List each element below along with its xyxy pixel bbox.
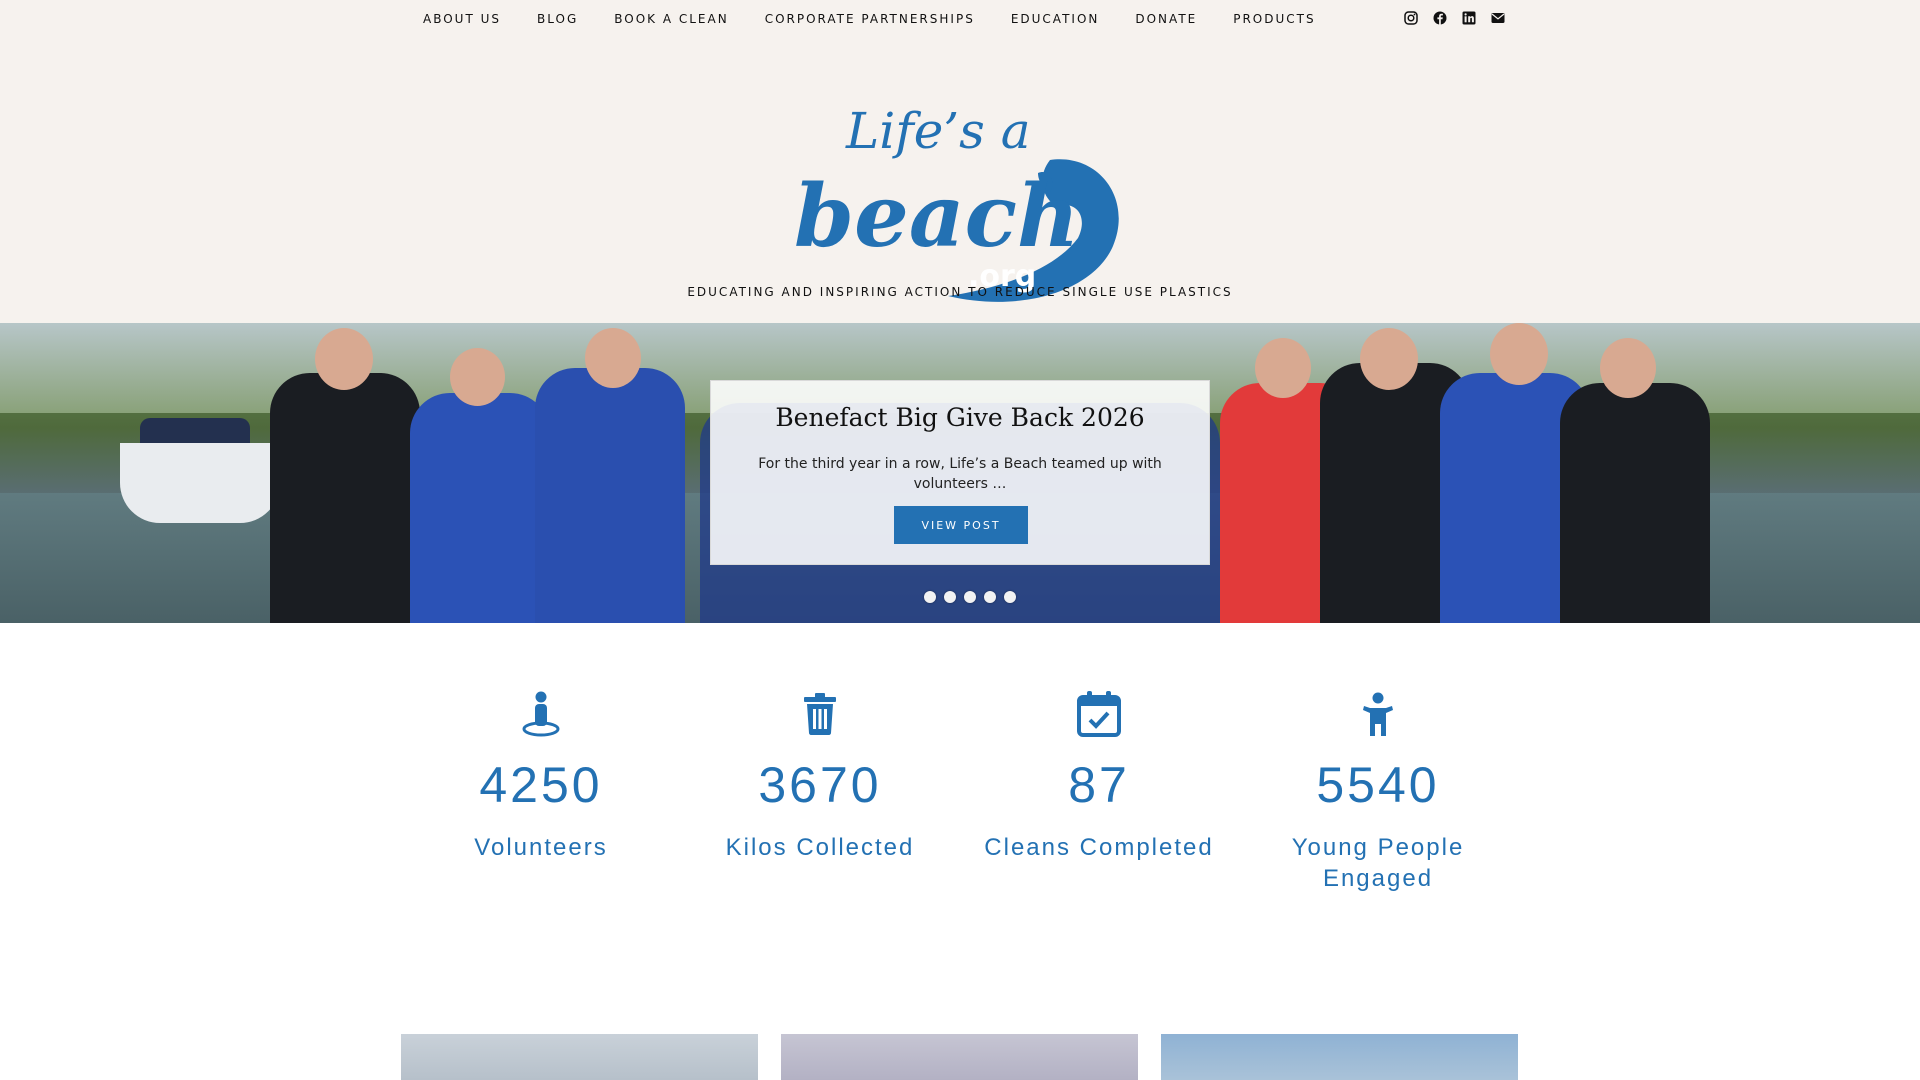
site-logo[interactable]: Life’s a beach .org bbox=[788, 78, 1132, 304]
slider-dot[interactable] bbox=[944, 591, 956, 603]
hero-post-card: Benefact Big Give Back 2026 For the thir… bbox=[710, 380, 1210, 565]
hero-volunteer-head bbox=[1600, 338, 1656, 398]
stat-volunteers-value: 4250 bbox=[479, 757, 603, 813]
hero-post-excerpt: For the third year in a row, Life’s a Be… bbox=[758, 456, 1162, 492]
hero-volunteer-head bbox=[1360, 328, 1418, 390]
stat-kilos-value: 3670 bbox=[758, 757, 882, 813]
top-bar: ABOUT US BLOG BOOK A CLEAN CORPORATE PAR… bbox=[0, 0, 1920, 38]
slider-dot[interactable] bbox=[1004, 591, 1016, 603]
svg-text:beach: beach bbox=[794, 166, 1079, 267]
stat-cleans: 87 Cleans Completed bbox=[969, 690, 1229, 863]
stat-volunteers: 4250 Volunteers bbox=[411, 690, 671, 863]
nav-corporate-partnerships[interactable]: CORPORATE PARTNERSHIPS bbox=[765, 12, 975, 26]
slider-pagination bbox=[924, 591, 1016, 603]
stat-cleans-label: Cleans Completed bbox=[984, 834, 1214, 861]
facebook-icon[interactable] bbox=[1432, 10, 1448, 26]
hero-volunteer bbox=[410, 393, 550, 623]
hero-volunteer bbox=[1560, 383, 1710, 623]
nav-products[interactable]: PRODUCTS bbox=[1233, 12, 1315, 26]
linkedin-icon[interactable] bbox=[1461, 10, 1477, 26]
site-tagline: EDUCATING AND INSPIRING ACTION TO REDUCE… bbox=[687, 285, 1233, 299]
post-thumbnail[interactable] bbox=[401, 1034, 758, 1080]
hero-volunteer bbox=[535, 368, 685, 623]
child-icon bbox=[1248, 690, 1508, 738]
nav-book-a-clean[interactable]: BOOK A CLEAN bbox=[614, 12, 728, 26]
stat-kilos: 3670 Kilos Collected bbox=[690, 690, 950, 863]
slider-dot[interactable] bbox=[924, 591, 936, 603]
person-pin-icon bbox=[411, 690, 671, 738]
stat-kilos-label: Kilos Collected bbox=[725, 834, 915, 861]
svg-text:Life’s a: Life’s a bbox=[845, 102, 1031, 160]
stat-cleans-value: 87 bbox=[1068, 757, 1130, 813]
hero-volunteer-head bbox=[450, 348, 505, 406]
nav-donate[interactable]: DONATE bbox=[1135, 12, 1197, 26]
social-links bbox=[1403, 10, 1506, 26]
view-post-button[interactable]: VIEW POST bbox=[894, 506, 1028, 544]
email-icon[interactable] bbox=[1490, 10, 1506, 26]
instagram-icon[interactable] bbox=[1403, 10, 1419, 26]
post-thumbnail[interactable] bbox=[1161, 1034, 1518, 1080]
slider-dot[interactable] bbox=[984, 591, 996, 603]
hero-volunteer-head bbox=[315, 328, 373, 390]
trash-icon bbox=[690, 690, 950, 738]
nav-about-us[interactable]: ABOUT US bbox=[423, 12, 501, 26]
hero-volunteer-head bbox=[585, 328, 641, 388]
hero-volunteer bbox=[270, 373, 420, 623]
site-header: Life’s a beach .org EDUCATING AND INSPIR… bbox=[0, 38, 1920, 323]
hero-boat bbox=[120, 443, 280, 523]
hero-post-title[interactable]: Benefact Big Give Back 2026 bbox=[711, 403, 1209, 432]
stat-young-people-value: 5540 bbox=[1316, 757, 1440, 813]
calendar-check-icon bbox=[969, 690, 1229, 738]
nav-blog[interactable]: BLOG bbox=[537, 12, 578, 26]
stat-volunteers-label: Volunteers bbox=[474, 834, 608, 861]
hero-volunteer-head bbox=[1255, 338, 1311, 398]
stat-young-people-label: Young People Engaged bbox=[1291, 834, 1465, 892]
post-thumbnail[interactable] bbox=[781, 1034, 1138, 1080]
main-nav: ABOUT US BLOG BOOK A CLEAN CORPORATE PAR… bbox=[423, 0, 1352, 38]
slider-dot[interactable] bbox=[964, 591, 976, 603]
stat-young-people: 5540 Young People Engaged bbox=[1248, 690, 1508, 894]
hero-volunteer-head bbox=[1490, 323, 1548, 385]
nav-education[interactable]: EDUCATION bbox=[1011, 12, 1100, 26]
